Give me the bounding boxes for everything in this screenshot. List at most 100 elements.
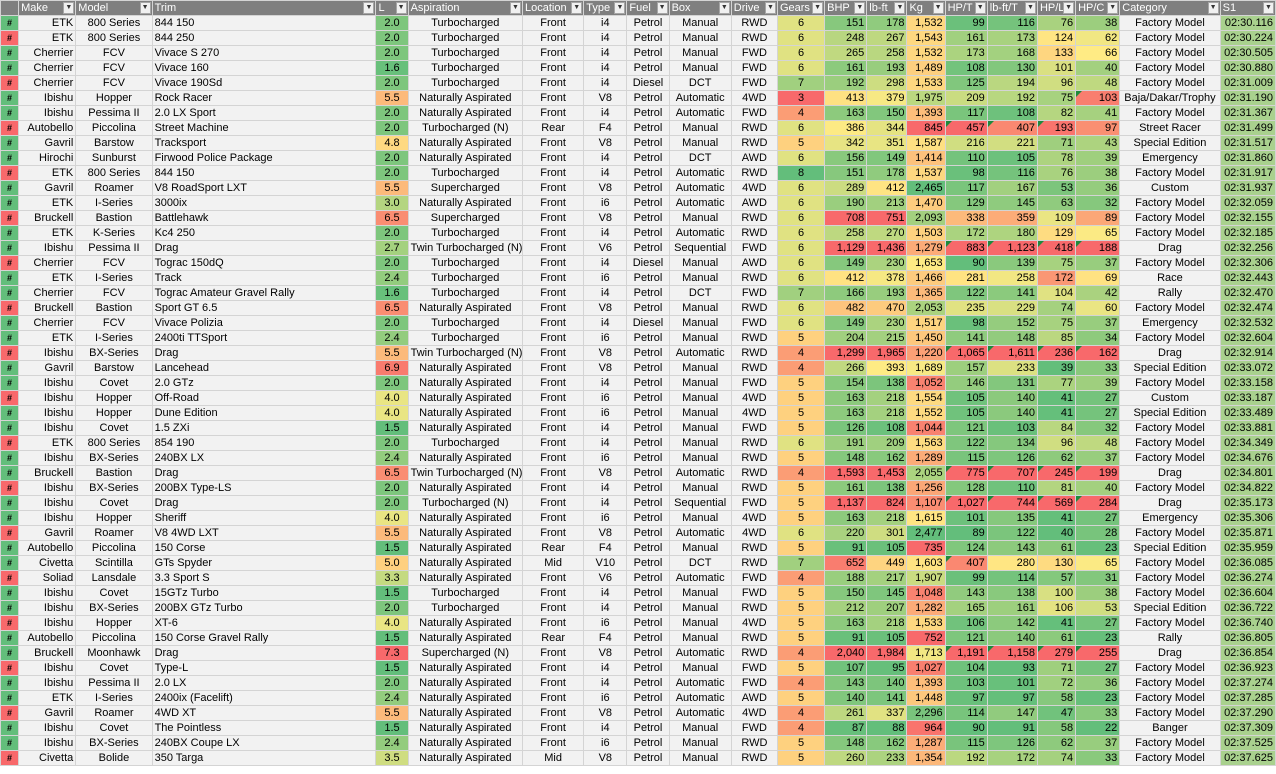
cell-bhp[interactable]: 91: [824, 630, 868, 646]
cell-hp-t[interactable]: 124: [944, 540, 988, 556]
cell-bhp[interactable]: 163: [824, 105, 868, 121]
cell-hp-t[interactable]: 106: [944, 615, 988, 631]
cell-type[interactable]: i4: [583, 675, 628, 691]
cell-model[interactable]: Covet: [75, 585, 153, 601]
cell-category[interactable]: Factory Model: [1119, 570, 1221, 586]
row-flag-cell[interactable]: #: [0, 90, 20, 106]
cell-hp-l[interactable]: 133: [1036, 45, 1077, 61]
cell-model[interactable]: FCV: [75, 255, 153, 271]
table-row[interactable]: # Soliad Lansdale 3.3 Sport S 3.3 Naturally A…: [0, 570, 1276, 586]
cell-location[interactable]: Front: [522, 240, 585, 256]
cell-kg[interactable]: 1,587: [906, 135, 946, 151]
cell-location[interactable]: Front: [522, 435, 585, 451]
cell-fuel[interactable]: Petrol: [626, 60, 670, 76]
cell-l[interactable]: 2.7: [375, 240, 409, 256]
cell-lb-ft-t[interactable]: 1,158: [986, 645, 1038, 661]
cell-trim[interactable]: 1.5 ZXi: [151, 420, 377, 436]
column-header[interactable]: lb-ft ▼: [866, 0, 908, 16]
cell-aspiration[interactable]: Turbocharged: [407, 270, 524, 286]
cell-hp-t[interactable]: 98: [944, 165, 988, 181]
cell-s1[interactable]: 02:32.532: [1219, 315, 1276, 331]
cell-category[interactable]: Factory Model: [1119, 60, 1221, 76]
cell-aspiration[interactable]: Turbocharged: [407, 285, 524, 301]
cell-hp-l[interactable]: 78: [1036, 150, 1077, 166]
cell-box[interactable]: Manual: [668, 255, 732, 271]
cell-lb-ft[interactable]: 301: [866, 525, 908, 541]
cell-s1[interactable]: 02:36.854: [1219, 645, 1276, 661]
cell-hp-l[interactable]: 61: [1036, 540, 1077, 556]
cell-lb-ft-t[interactable]: 707: [986, 465, 1038, 481]
cell-l[interactable]: 2.0: [375, 375, 409, 391]
cell-hp-l[interactable]: 57: [1036, 570, 1077, 586]
cell-model[interactable]: Covet: [75, 420, 153, 436]
cell-make[interactable]: Ibishu: [18, 480, 77, 496]
cell-hp-t[interactable]: 98: [944, 315, 988, 331]
cell-drive[interactable]: AWD: [730, 690, 778, 706]
cell-s1[interactable]: 02:37.290: [1219, 705, 1276, 721]
table-row[interactable]: # Ibishu Covet 2.0 GTz 2.0 Naturally Aspirate…: [0, 375, 1276, 391]
cell-kg[interactable]: 1,414: [906, 150, 946, 166]
cell-hp-l[interactable]: 85: [1036, 330, 1077, 346]
cell-fuel[interactable]: Petrol: [626, 570, 670, 586]
cell-s1[interactable]: 02:37.625: [1219, 750, 1276, 766]
cell-type[interactable]: i4: [583, 585, 628, 601]
cell-aspiration[interactable]: Naturally Aspirated: [407, 750, 524, 766]
cell-drive[interactable]: RWD: [730, 210, 778, 226]
table-row[interactable]: # Bruckell Moonhawk Drag 7.3 Supercharged (N)…: [0, 645, 1276, 661]
cell-hp-c[interactable]: 27: [1075, 660, 1121, 676]
cell-make[interactable]: Autobello: [18, 630, 77, 646]
cell-location[interactable]: Rear: [522, 630, 585, 646]
cell-location[interactable]: Rear: [522, 540, 585, 556]
cell-bhp[interactable]: 149: [824, 255, 868, 271]
cell-hp-l[interactable]: 63: [1036, 195, 1077, 211]
table-row[interactable]: # Ibishu BX-Series 240BX Coupe LX 2.4 Natural…: [0, 735, 1276, 751]
cell-kg[interactable]: 1,537: [906, 165, 946, 181]
cell-location[interactable]: Front: [522, 330, 585, 346]
cell-hp-c[interactable]: 65: [1075, 555, 1121, 571]
cell-kg[interactable]: 964: [906, 720, 946, 736]
cell-aspiration[interactable]: Naturally Aspirated: [407, 525, 524, 541]
cell-hp-t[interactable]: 128: [944, 480, 988, 496]
cell-trim[interactable]: 844 150: [151, 15, 377, 31]
cell-location[interactable]: Front: [522, 420, 585, 436]
cell-location[interactable]: Front: [522, 45, 585, 61]
cell-trim[interactable]: Rock Racer: [151, 90, 377, 106]
cell-aspiration[interactable]: Naturally Aspirated: [407, 720, 524, 736]
table-row[interactable]: # Ibishu Hopper Sheriff 4.0 Naturally Aspirat…: [0, 510, 1276, 526]
cell-lb-ft-t[interactable]: 194: [986, 75, 1038, 91]
cell-location[interactable]: Front: [522, 465, 585, 481]
cell-box[interactable]: DCT: [668, 150, 732, 166]
cell-lb-ft-t[interactable]: 134: [986, 435, 1038, 451]
cell-aspiration[interactable]: Turbocharged: [407, 315, 524, 331]
cell-lb-ft-t[interactable]: 280: [986, 555, 1038, 571]
cell-model[interactable]: Hopper: [75, 405, 153, 421]
cell-fuel[interactable]: Petrol: [626, 585, 670, 601]
cell-trim[interactable]: Sheriff: [151, 510, 377, 526]
cell-location[interactable]: Mid: [522, 555, 585, 571]
row-flag-cell[interactable]: #: [0, 315, 20, 331]
cell-box[interactable]: Manual: [668, 360, 732, 376]
cell-kg[interactable]: 2,296: [906, 705, 946, 721]
cell-kg[interactable]: 1,552: [906, 405, 946, 421]
cell-hp-t[interactable]: 101: [944, 510, 988, 526]
cell-trim[interactable]: Vivace Polizia: [151, 315, 377, 331]
cell-make[interactable]: Ibishu: [18, 450, 77, 466]
cell-fuel[interactable]: Petrol: [626, 270, 670, 286]
table-row[interactable]: # Ibishu BX-Series 200BX GTz Turbo 2.0 Turboc…: [0, 600, 1276, 616]
cell-hp-l[interactable]: 106: [1036, 600, 1077, 616]
row-flag-cell[interactable]: #: [0, 525, 20, 541]
cell-bhp[interactable]: 212: [824, 600, 868, 616]
cell-s1[interactable]: 02:36.274: [1219, 570, 1276, 586]
cell-lb-ft[interactable]: 412: [866, 180, 908, 196]
table-row[interactable]: # Ibishu Pessima II 2.0 LX 2.0 Naturally Aspi…: [0, 675, 1276, 691]
cell-type[interactable]: i6: [583, 270, 628, 286]
cell-location[interactable]: Front: [522, 675, 585, 691]
cell-location[interactable]: Front: [522, 480, 585, 496]
cell-s1[interactable]: 02:31.860: [1219, 150, 1276, 166]
table-row[interactable]: # Civetta Bolide 350 Targa 3.5 Naturally Aspi…: [0, 750, 1276, 766]
cell-trim[interactable]: Track: [151, 270, 377, 286]
cell-trim[interactable]: The Pointless: [151, 720, 377, 736]
cell-hp-l[interactable]: 74: [1036, 750, 1077, 766]
cell-hp-l[interactable]: 172: [1036, 270, 1077, 286]
cell-type[interactable]: V6: [583, 240, 628, 256]
